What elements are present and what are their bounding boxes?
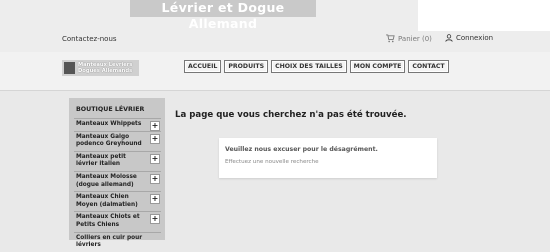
category-sidebar: BOUTIQUE LÉVRIER Manteaux Whippets + Man…	[69, 98, 165, 248]
nav-contact[interactable]: CONTACT	[408, 60, 449, 73]
sidebar-item-label: Manteaux Galgo podenco Greyhound	[76, 133, 142, 148]
top-right-panel	[418, 0, 550, 31]
sidebar-item-label: Manteaux petit lévrier italien	[76, 153, 126, 168]
nav-accueil[interactable]: ACCUEIL	[184, 60, 222, 73]
connexion-label: Connexion	[456, 34, 494, 42]
sidebar-item-whippets[interactable]: Manteaux Whippets +	[74, 118, 161, 131]
nav-produits[interactable]: PRODUITS	[224, 60, 269, 73]
sidebar-item-colliers[interactable]: Colliers en cuir pour lévriers	[74, 231, 161, 252]
logo-line-2: Dogues Allemands	[78, 68, 133, 74]
sidebar-item-label: Manteaux Whippets	[76, 121, 142, 127]
sidebar-item-label: Manteaux Chiots et Petits Chiens	[76, 214, 140, 228]
site-logo[interactable]: Manteaux Lévriers Dogues Allemands	[62, 60, 139, 76]
sidebar-item-label: Manteaux Chien Moyen (dalmatien)	[76, 194, 138, 208]
sidebar-item-label: Manteaux Molosse (dogue allemand)	[76, 173, 137, 188]
category-list: Manteaux Whippets + Manteaux Galgo poden…	[74, 118, 161, 252]
apology-text: Veuillez nous excuser pour le désagrémen…	[225, 146, 378, 153]
sidebar-item-galgo[interactable]: Manteaux Galgo podenco Greyhound +	[74, 130, 161, 151]
expand-plus-icon[interactable]: +	[150, 214, 160, 225]
expand-plus-icon[interactable]: +	[150, 173, 160, 184]
expand-plus-icon[interactable]: +	[150, 153, 160, 164]
site-banner-title: Lévrier et Dogue Allemand	[130, 0, 316, 31]
connexion-button[interactable]: Connexion	[445, 34, 493, 42]
expand-plus-icon[interactable]: +	[150, 133, 160, 144]
not-found-card: Veuillez nous excuser pour le désagrémen…	[219, 138, 437, 178]
sidebar-title: BOUTIQUE LÉVRIER	[76, 106, 145, 113]
expand-plus-icon[interactable]: +	[150, 194, 160, 205]
cart-button[interactable]: Panier (0)	[386, 34, 432, 43]
page-title: La page que vous cherchez n'a pas été tr…	[175, 110, 407, 120]
new-search-text: Effectuez une nouvelle recherche	[225, 159, 319, 165]
sidebar-item-chiots[interactable]: Manteaux Chiots et Petits Chiens +	[74, 211, 161, 231]
dog-logo-icon	[64, 62, 75, 74]
nav-choix-des-tailles[interactable]: CHOIX DES TAILLES	[271, 60, 347, 73]
sidebar-item-chien-moyen[interactable]: Manteaux Chien Moyen (dalmatien) +	[74, 191, 161, 211]
nav-mon-compte[interactable]: MON COMPTE	[349, 60, 406, 73]
expand-plus-icon[interactable]: +	[150, 121, 160, 131]
contact-link[interactable]: Contactez-nous	[62, 35, 117, 43]
sidebar-item-molosse[interactable]: Manteaux Molosse (dogue allemand) +	[74, 170, 161, 191]
main-nav: ACCUEIL PRODUITS CHOIX DES TAILLES MON C…	[184, 60, 449, 73]
sidebar-item-petit-levrier[interactable]: Manteaux petit lévrier italien +	[74, 150, 161, 171]
cart-label: Panier (0)	[398, 34, 432, 43]
cart-icon	[386, 34, 395, 43]
sidebar-item-label: Colliers en cuir pour lévriers	[76, 234, 143, 249]
user-icon	[445, 34, 453, 42]
